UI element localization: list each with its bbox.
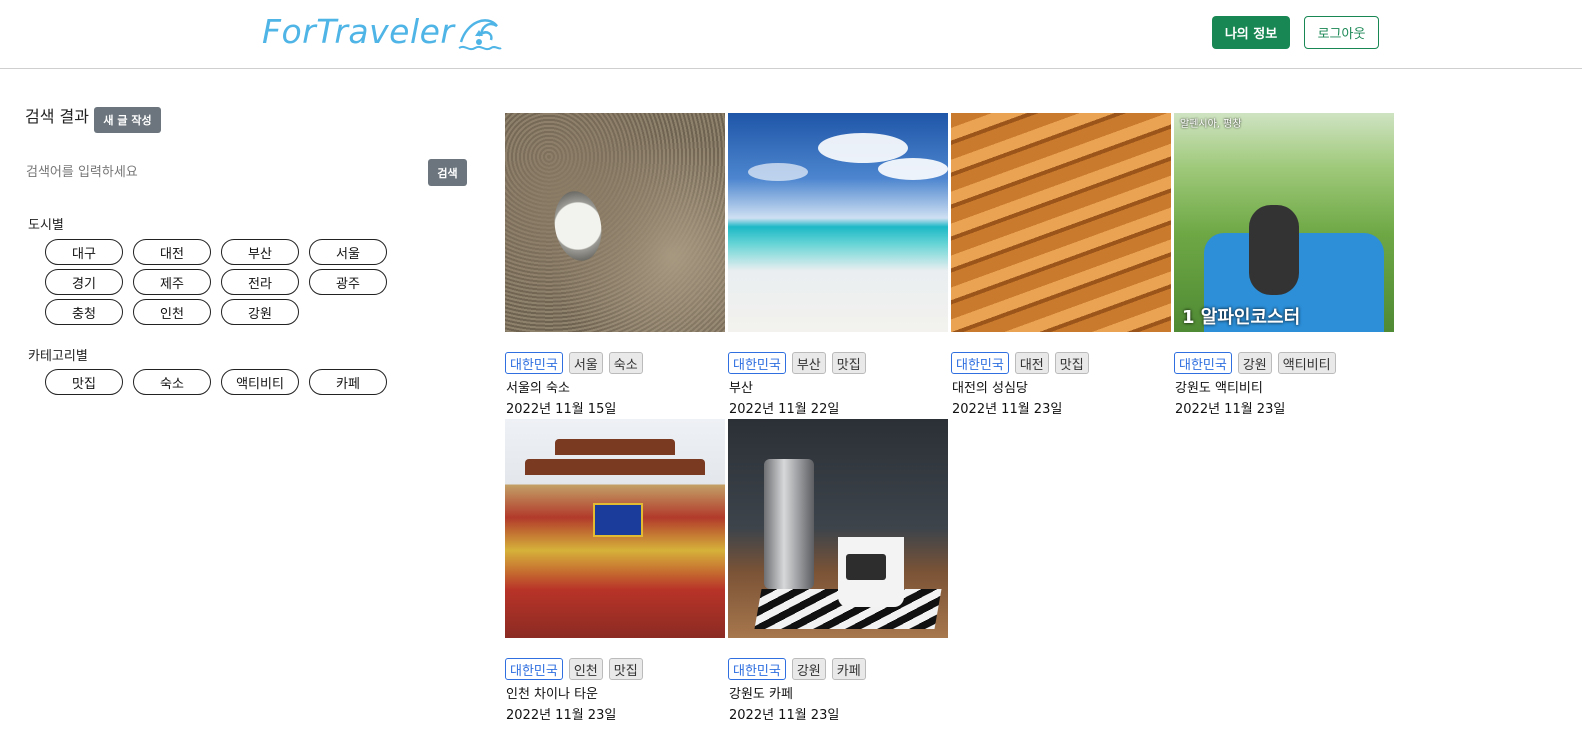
tag-city: 부산 — [791, 352, 826, 374]
search-button[interactable]: 검색 — [428, 159, 467, 186]
post-tags: 대한민국 부산 맛집 — [728, 352, 866, 374]
mug-label-graphic — [846, 554, 886, 580]
city-chip-gyeonggi[interactable]: 경기 — [45, 269, 123, 295]
tag-city: 대전 — [1014, 352, 1049, 374]
cloud-graphic — [878, 158, 948, 180]
tag-country: 대한민국 — [505, 352, 563, 374]
category-filter-label: 카테고리별 — [28, 349, 88, 364]
post-tags: 대한민국 대전 맛집 — [951, 352, 1089, 374]
tag-country: 대한민국 — [1174, 352, 1232, 374]
post-title[interactable]: 부산 — [729, 377, 753, 396]
city-chip-gwangju[interactable]: 광주 — [309, 269, 387, 295]
category-filter-list: 맛집 숙소 액티비티 카페 — [45, 369, 387, 395]
post-card[interactable]: 대한민국 인천 맛집 인천 차이나 타운 2022년 11월 23일 — [505, 419, 725, 725]
post-tags: 대한민국 강원 액티비티 — [1174, 352, 1336, 374]
tag-city: 강원 — [1237, 352, 1272, 374]
city-chip-daegu[interactable]: 대구 — [45, 239, 123, 265]
tag-category: 카페 — [831, 658, 866, 680]
coffee-pot-graphic — [764, 459, 814, 589]
post-date: 2022년 11월 22일 — [729, 402, 840, 417]
post-date: 2022년 11월 23일 — [1175, 402, 1286, 417]
coaster-handle-graphic — [1249, 205, 1299, 295]
gate-roof-graphic — [555, 439, 675, 455]
category-chip-lodging[interactable]: 숙소 — [133, 369, 211, 395]
tag-category: 맛집 — [608, 658, 643, 680]
post-tags: 대한민국 인천 맛집 — [505, 658, 643, 680]
post-date: 2022년 11월 15일 — [506, 402, 617, 417]
post-card[interactable]: 대한민국 부산 맛집 부산 2022년 11월 22일 — [728, 113, 948, 419]
image-caption: 1 알파인코스터 — [1182, 307, 1301, 328]
city-chip-jeju[interactable]: 제주 — [133, 269, 211, 295]
post-thumbnail-beach[interactable] — [728, 113, 948, 332]
post-thumbnail-alpine-coaster[interactable]: 알펜시아, 평창 1 알파인코스터 — [1174, 113, 1394, 332]
tag-category: 맛집 — [831, 352, 866, 374]
post-tags: 대한민국 서울 숙소 — [505, 352, 643, 374]
page-title: 검색 결과 — [25, 107, 89, 126]
post-date: 2022년 11월 23일 — [729, 708, 840, 723]
post-date: 2022년 11월 23일 — [952, 402, 1063, 417]
wave-icon — [457, 19, 502, 51]
post-title[interactable]: 대전의 성심당 — [952, 377, 1028, 396]
top-navbar: ForTraveler 나의 정보 로그아웃 — [0, 0, 1582, 69]
category-chip-cafe[interactable]: 카페 — [309, 369, 387, 395]
post-title[interactable]: 강원도 카페 — [729, 683, 793, 702]
post-date: 2022년 11월 23일 — [506, 708, 617, 723]
tag-city: 인천 — [568, 658, 603, 680]
tag-city: 서울 — [568, 352, 603, 374]
post-thumbnail-pocket-watch[interactable] — [505, 113, 725, 332]
tag-country: 대한민국 — [951, 352, 1009, 374]
city-chip-gangwon[interactable]: 강원 — [221, 299, 299, 325]
city-filter-list: 대구 대전 부산 서울 경기 제주 전라 광주 충청 인천 강원 — [45, 239, 387, 325]
tag-country: 대한민국 — [505, 658, 563, 680]
post-thumbnail-chinatown-gate[interactable] — [505, 419, 725, 638]
city-chip-incheon[interactable]: 인천 — [133, 299, 211, 325]
logo-text: ForTraveler — [262, 12, 455, 51]
city-chip-daejeon[interactable]: 대전 — [133, 239, 211, 265]
post-title[interactable]: 서울의 숙소 — [506, 377, 570, 396]
post-card[interactable]: 대한민국 대전 맛집 대전의 성심당 2022년 11월 23일 — [951, 113, 1171, 419]
city-chip-busan[interactable]: 부산 — [221, 239, 299, 265]
logout-button[interactable]: 로그아웃 — [1304, 16, 1379, 49]
tag-country: 대한민국 — [728, 658, 786, 680]
post-thumbnail-bakery[interactable] — [951, 113, 1171, 332]
gate-sign-graphic — [593, 503, 643, 537]
post-title[interactable]: 강원도 액티비티 — [1175, 377, 1263, 396]
site-logo[interactable]: ForTraveler — [262, 10, 503, 54]
search-input[interactable] — [22, 158, 420, 186]
city-filter-label: 도시별 — [28, 218, 64, 233]
new-post-button[interactable]: 새 글 작성 — [94, 107, 161, 133]
image-location-text: 알펜시아, 평창 — [1180, 119, 1242, 130]
post-title[interactable]: 인천 차이나 타운 — [506, 683, 598, 702]
cloud-graphic — [748, 163, 808, 181]
tag-category: 액티비티 — [1277, 352, 1336, 374]
category-chip-restaurant[interactable]: 맛집 — [45, 369, 123, 395]
gate-roof-graphic — [525, 459, 705, 475]
post-card[interactable]: 대한민국 강원 카페 강원도 카페 2022년 11월 23일 — [728, 419, 948, 725]
post-card[interactable]: 알펜시아, 평창 1 알파인코스터 대한민국 강원 액티비티 강원도 액티비티 … — [1174, 113, 1394, 419]
my-info-button[interactable]: 나의 정보 — [1212, 16, 1290, 49]
category-chip-activity[interactable]: 액티비티 — [221, 369, 299, 395]
city-chip-jeolla[interactable]: 전라 — [221, 269, 299, 295]
post-grid: 대한민국 서울 숙소 서울의 숙소 2022년 11월 15일 대한민국 부산 … — [505, 113, 1394, 725]
post-tags: 대한민국 강원 카페 — [728, 658, 866, 680]
post-thumbnail-coffee[interactable] — [728, 419, 948, 638]
city-chip-chungcheong[interactable]: 충청 — [45, 299, 123, 325]
tag-city: 강원 — [791, 658, 826, 680]
pocket-watch-graphic — [549, 187, 607, 265]
tag-country: 대한민국 — [728, 352, 786, 374]
city-chip-seoul[interactable]: 서울 — [309, 239, 387, 265]
post-card[interactable]: 대한민국 서울 숙소 서울의 숙소 2022년 11월 15일 — [505, 113, 725, 419]
tag-category: 숙소 — [608, 352, 643, 374]
tag-category: 맛집 — [1054, 352, 1089, 374]
